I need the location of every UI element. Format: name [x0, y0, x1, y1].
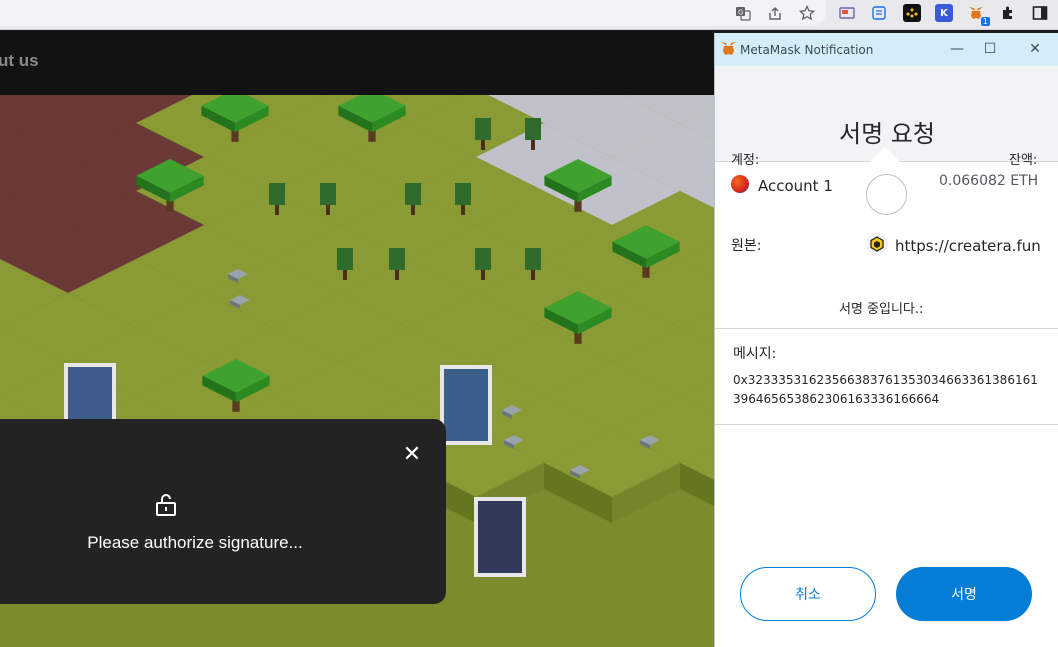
window-titlebar: MetaMask Notification — ☐ ✕: [715, 33, 1058, 66]
pine-foliage: [455, 183, 471, 205]
k-extension-icon[interactable]: K: [935, 4, 953, 22]
pine-foliage: [525, 248, 541, 270]
metamask-window: MetaMask Notification — ☐ ✕ 서명 요청 계정: 잔액…: [714, 33, 1058, 647]
pine-foliage: [320, 183, 336, 205]
maximize-icon[interactable]: ☐: [975, 38, 1005, 60]
signing-status: 서명 중입니다.:: [839, 302, 924, 317]
cancel-button[interactable]: 취소: [740, 567, 876, 621]
share-icon[interactable]: [766, 4, 784, 22]
pine-trunk: [275, 205, 279, 215]
divider: [715, 424, 1058, 425]
metamask-extension-icon[interactable]: 1: [967, 4, 990, 26]
origin-url: https://createra.fun: [895, 237, 1041, 255]
authorize-message: Please authorize signature...: [87, 533, 303, 552]
pine-foliage: [269, 183, 285, 205]
screen-cast-icon[interactable]: [838, 4, 856, 22]
header-notch: [870, 146, 900, 176]
account-name: Account 1: [758, 177, 833, 195]
pine-foliage: [389, 248, 405, 270]
site-header: ut us: [0, 31, 714, 95]
pine-foliage: [405, 183, 421, 205]
browser-toolbar: G K 1: [0, 0, 1058, 30]
pine-trunk: [531, 140, 535, 150]
pine-trunk: [461, 205, 465, 215]
bookmark-star-icon[interactable]: [798, 4, 816, 22]
account-label: 계정:: [731, 153, 760, 168]
nav-about-link[interactable]: ut us: [0, 51, 39, 71]
metamask-fox-icon: [721, 42, 736, 55]
side-panel-icon[interactable]: [1031, 4, 1049, 22]
nft-card-art: [444, 369, 488, 441]
svg-text:G: G: [738, 9, 743, 17]
authorize-modal: ✕ Please authorize signature...: [0, 419, 446, 604]
pine-trunk: [411, 205, 415, 215]
pine-trunk: [326, 205, 330, 215]
origin-label: 원본:: [731, 238, 762, 254]
minimize-icon[interactable]: —: [942, 38, 972, 60]
account-identicon-circle: [866, 174, 907, 215]
sign-button[interactable]: 서명: [896, 567, 1032, 621]
reader-extension-icon[interactable]: [870, 4, 888, 22]
binance-wallet-icon[interactable]: [903, 4, 921, 22]
window-title: MetaMask Notification: [740, 43, 874, 57]
pine-foliage: [475, 248, 491, 270]
pine-trunk: [531, 270, 535, 280]
request-header: 서명 요청: [715, 66, 1058, 176]
pine-trunk: [481, 270, 485, 280]
account-avatar: [731, 175, 749, 193]
pine-foliage: [525, 118, 541, 140]
address-bar[interactable]: [0, 0, 826, 26]
close-icon[interactable]: ✕: [400, 443, 424, 467]
balance-label: 잔액:: [1009, 153, 1038, 168]
extension-badge: 1: [980, 17, 990, 26]
site-favicon-icon: [866, 233, 888, 255]
message-hex: 0x32333531623566383761353034663361386161…: [733, 373, 1038, 406]
extensions-puzzle-icon[interactable]: [999, 4, 1017, 22]
pine-trunk: [395, 270, 399, 280]
pine-foliage: [475, 118, 491, 140]
pine-trunk: [481, 140, 485, 150]
translate-icon[interactable]: G: [734, 4, 752, 22]
page-title: 서명 요청: [839, 120, 935, 148]
pine-foliage: [337, 248, 353, 270]
message-label: 메시지:: [733, 346, 777, 362]
pine-trunk: [343, 270, 347, 280]
divider: [715, 328, 1058, 329]
nft-card-art: [478, 501, 522, 573]
unlock-icon: [154, 494, 178, 516]
window-close-icon[interactable]: ✕: [1020, 38, 1050, 60]
balance-value: 0.066082 ETH: [939, 173, 1039, 189]
